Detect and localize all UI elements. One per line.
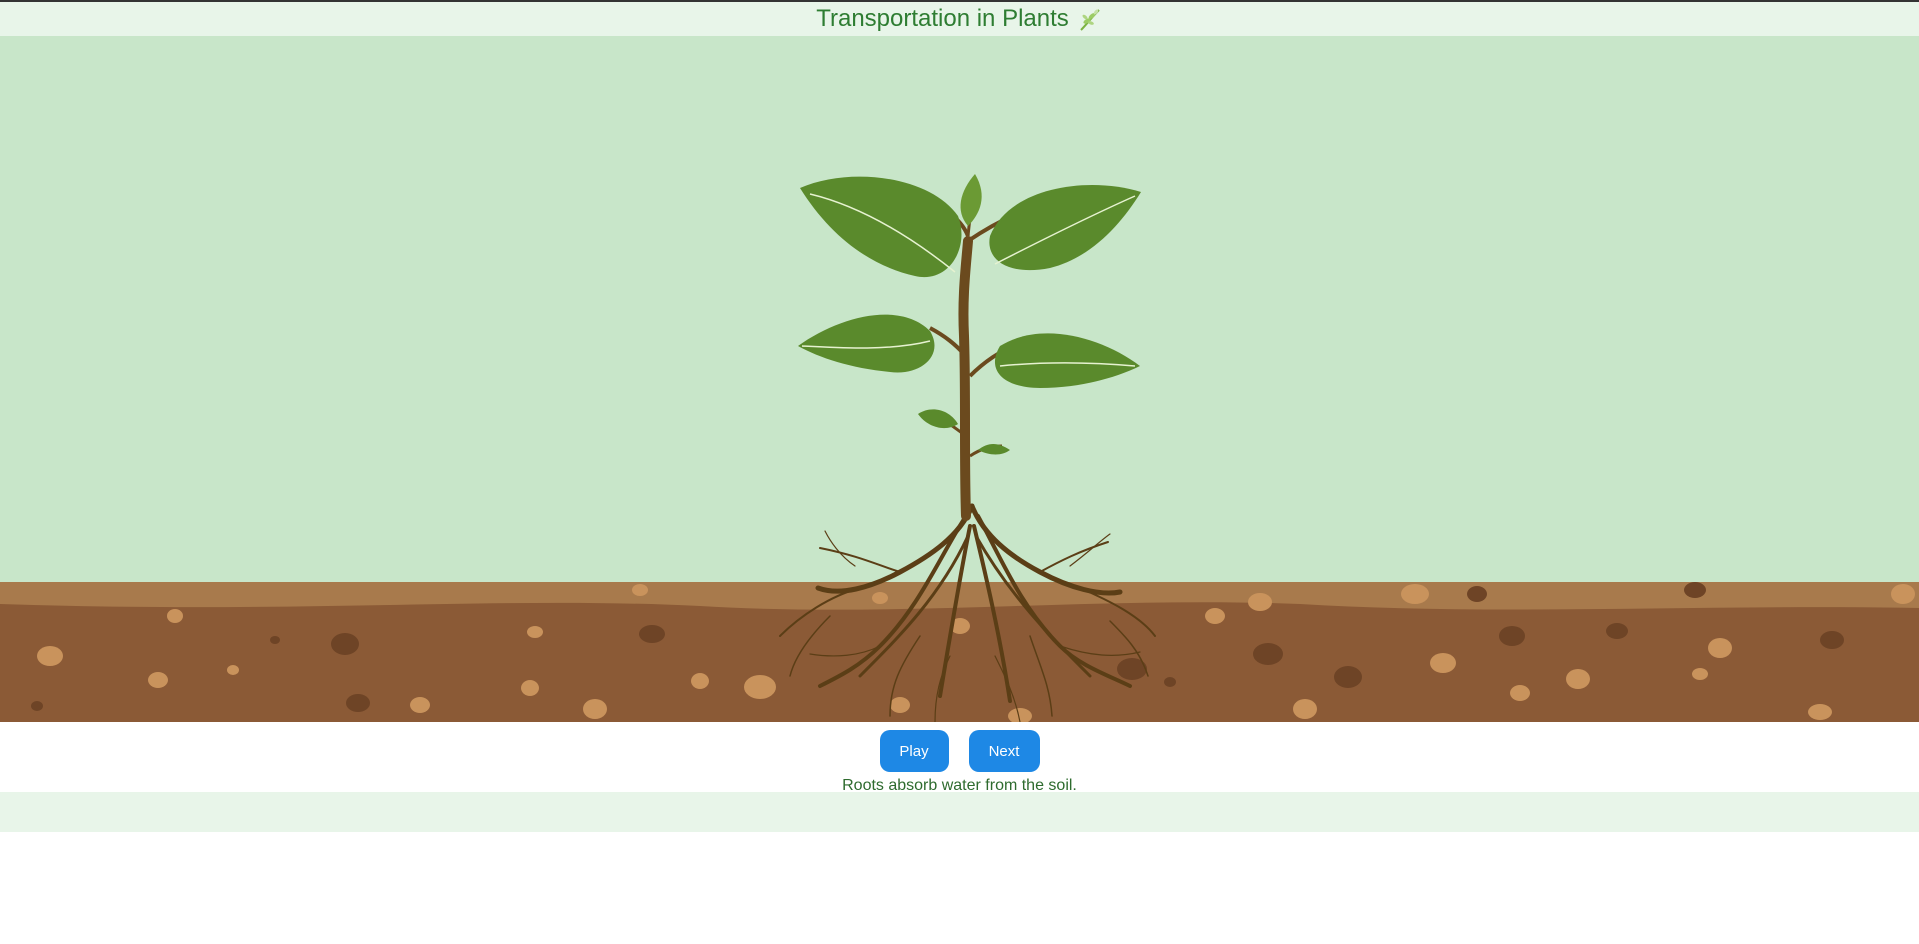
page-title: Transportation in Plants: [816, 5, 1103, 33]
herb-icon: [1080, 9, 1100, 31]
next-button[interactable]: Next: [968, 730, 1040, 772]
playback-controls: Play Next: [0, 730, 1919, 772]
soil-layer: [0, 582, 1919, 722]
page-header: Transportation in Plants: [0, 2, 1919, 36]
footer-band: [0, 792, 1919, 832]
plant-scene: [0, 174, 1919, 722]
play-button[interactable]: Play: [879, 730, 949, 772]
page-title-text: Transportation in Plants: [816, 5, 1069, 32]
step-caption: Roots absorb water from the soil.: [842, 777, 1077, 794]
plant-stage: [0, 36, 1919, 722]
